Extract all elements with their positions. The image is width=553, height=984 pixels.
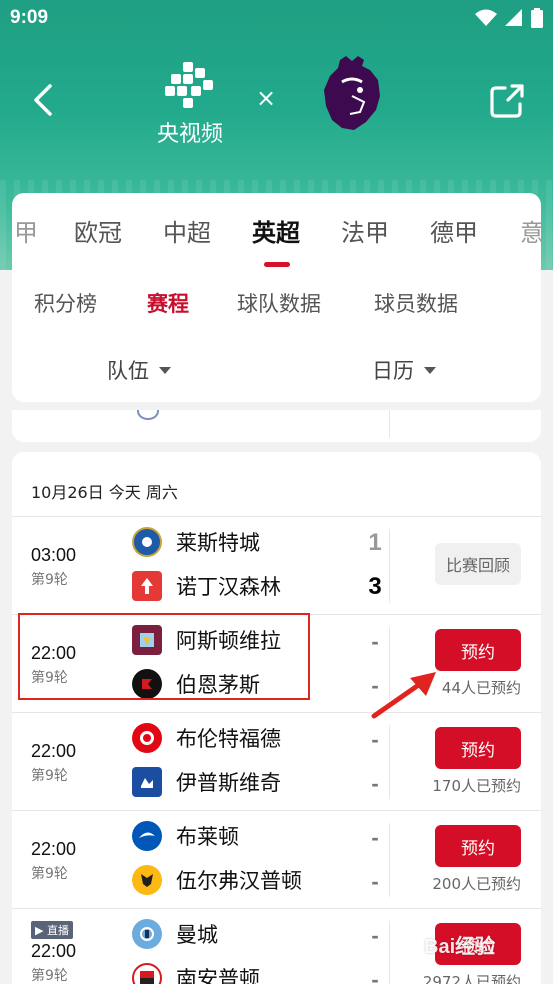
schedule-list: 10月26日 今天 周六 03:00 第9轮 莱斯特城 诺丁汉森林 1 3 比赛… (12, 452, 541, 984)
tab-ucl[interactable]: 欧冠 (74, 213, 122, 248)
brighton-logo-icon (132, 821, 162, 851)
match-row[interactable]: 03:00 第9轮 莱斯特城 诺丁汉森林 1 3 比赛回顾 (12, 516, 541, 614)
share-icon[interactable] (488, 82, 526, 120)
away-team-name: 伊普斯维奇 (176, 771, 281, 795)
away-team: 伊普斯维奇 (132, 765, 281, 799)
status-time: 9:09 (10, 7, 49, 28)
home-score: - (371, 923, 379, 948)
divider (389, 921, 390, 984)
live-badge: ▶ 直播 (31, 921, 73, 939)
team-filter-label: 队伍 (107, 359, 149, 383)
man-city-logo-icon (132, 919, 162, 949)
match-round: 第9轮 (31, 572, 68, 588)
chevron-down-icon (424, 366, 436, 374)
match-round: 第9轮 (31, 866, 68, 882)
home-team-name: 曼城 (176, 923, 218, 947)
away-team-name: 南安普顿 (176, 967, 260, 984)
divider (389, 410, 390, 438)
wolves-logo-icon (132, 865, 162, 895)
subtab-team-stats[interactable]: 球队数据 (237, 288, 321, 318)
previous-day-card (12, 410, 541, 442)
reservation-count: 170人已预约 (432, 777, 521, 795)
date-header: 10月26日 今天 周六 (31, 483, 178, 502)
match-time: 22:00 (31, 941, 77, 961)
wifi-icon (475, 9, 497, 26)
home-score: - (371, 825, 379, 850)
subtab-standings[interactable]: 积分榜 (34, 288, 97, 318)
home-team: 曼城 (132, 917, 218, 951)
tab-epl[interactable]: 英超 (252, 213, 300, 248)
away-team: 伍尔弗汉普顿 (132, 863, 302, 897)
home-score: - (371, 727, 379, 752)
divider (389, 823, 390, 897)
away-score: - (371, 967, 379, 984)
away-team: 诺丁汉森林 (132, 569, 281, 603)
cross-symbol: × (256, 84, 277, 112)
divider (389, 725, 390, 799)
home-team-name: 莱斯特城 (176, 531, 260, 555)
brentford-logo-icon (132, 723, 162, 753)
reservation-count: 2972人已预约 (422, 973, 521, 984)
home-team-name: 布莱顿 (176, 825, 239, 849)
match-time: 22:00 (31, 741, 77, 761)
subtab-player-stats[interactable]: 球员数据 (374, 288, 458, 318)
away-team: 南安普顿 (132, 961, 260, 984)
nottingham-forest-logo-icon (132, 571, 162, 601)
divider (389, 529, 390, 603)
watermark: Bai经验 (424, 936, 496, 958)
leicester-logo-icon (132, 527, 162, 557)
home-score: - (371, 629, 379, 654)
league-tabs: 甲 欧冠 中超 英超 法甲 德甲 意 (12, 193, 541, 268)
cctv-video-logo: 央视频 (145, 62, 235, 148)
home-score: 1 (368, 529, 382, 556)
team-logo-icon (137, 410, 159, 420)
back-arrow-icon[interactable] (26, 80, 62, 120)
tab-partial-right[interactable]: 意 (520, 213, 541, 248)
signal-icon (505, 9, 522, 26)
match-review-button[interactable]: 比赛回顾 (435, 543, 521, 585)
calendar-filter-label: 日历 (372, 359, 414, 383)
away-score: - (371, 771, 379, 796)
top-bar: 央视频 × (0, 50, 553, 150)
reservation-count: 200人已预约 (432, 875, 521, 893)
match-time: 22:00 (31, 839, 77, 859)
match-time: 03:00 (31, 545, 77, 565)
match-row[interactable]: 22:00 第9轮 布伦特福德 伊普斯维奇 - - 预约 170人已预约 (12, 712, 541, 810)
home-team: 莱斯特城 (132, 525, 260, 559)
subtab-schedule[interactable]: 赛程 (147, 288, 189, 318)
away-score: 3 (368, 573, 382, 600)
tab-ligue1[interactable]: 法甲 (341, 213, 389, 248)
tab-csl[interactable]: 中超 (163, 213, 211, 248)
ipswich-logo-icon (132, 767, 162, 797)
battery-icon (531, 8, 543, 28)
reserve-button[interactable]: 预约 (435, 629, 521, 671)
cctv-video-icon (165, 62, 213, 108)
away-team-name: 伍尔弗汉普顿 (176, 869, 302, 893)
match-round: 第9轮 (31, 968, 68, 984)
tab-bundesliga[interactable]: 德甲 (430, 213, 478, 248)
brand-label: 央视频 (156, 122, 223, 147)
status-icons (475, 8, 543, 28)
home-team: 布伦特福德 (132, 721, 281, 755)
highlight-box (18, 613, 310, 700)
home-team: 布莱顿 (132, 819, 239, 853)
filter-bar: 队伍 日历 (12, 336, 541, 402)
premier-league-lion-icon (324, 56, 380, 130)
tab-partial-left[interactable]: 甲 (14, 213, 38, 248)
southampton-logo-icon (132, 963, 162, 984)
away-score: - (371, 869, 379, 894)
match-row[interactable]: 22:00 第9轮 布莱顿 伍尔弗汉普顿 - - 预约 200人已预约 (12, 810, 541, 908)
active-tab-indicator (264, 262, 290, 267)
annotation-arrow-icon (371, 672, 436, 719)
reserve-button[interactable]: 预约 (435, 825, 521, 867)
calendar-filter[interactable]: 日历 (372, 355, 436, 385)
team-filter[interactable]: 队伍 (107, 355, 171, 385)
sub-tabs: 积分榜 赛程 球队数据 球员数据 (12, 268, 541, 336)
away-team-name: 诺丁汉森林 (176, 575, 281, 599)
chevron-down-icon (159, 366, 171, 374)
match-round: 第9轮 (31, 768, 68, 784)
status-bar: 9:09 (0, 0, 553, 38)
home-team-name: 布伦特福德 (176, 727, 281, 751)
reserve-button[interactable]: 预约 (435, 727, 521, 769)
